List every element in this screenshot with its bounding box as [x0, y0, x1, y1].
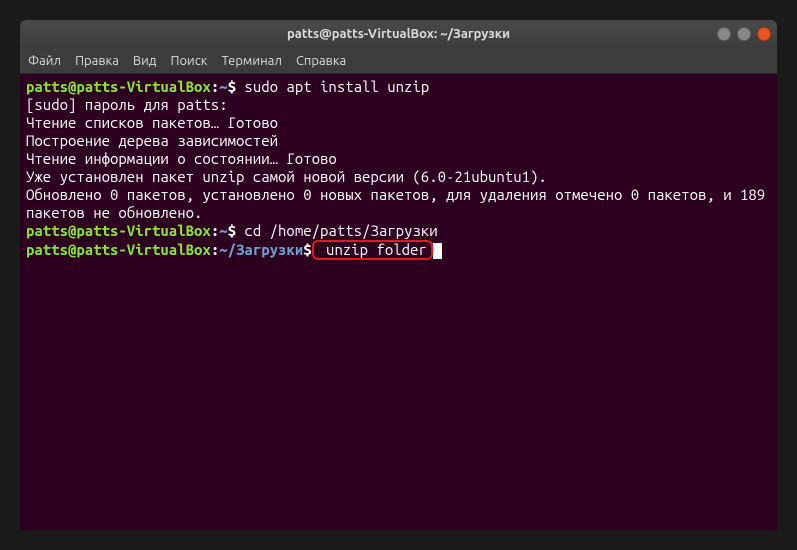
- window-controls: [717, 27, 771, 41]
- output-line: [sudo] пароль для patts:: [26, 96, 771, 114]
- prompt-dollar: $: [228, 78, 236, 95]
- menu-search[interactable]: Поиск: [170, 54, 207, 68]
- prompt-path: ~/Загрузки: [219, 241, 303, 258]
- titlebar[interactable]: patts@patts-VirtualBox: ~/Загрузки: [20, 20, 777, 48]
- output-line: Чтение информации о состоянии… Готово: [26, 150, 771, 168]
- close-button[interactable]: [757, 27, 771, 41]
- command-line-2: patts@patts-VirtualBox:~$ cd /home/patts…: [26, 222, 771, 240]
- prompt-path: ~: [219, 222, 227, 239]
- command-text: cd /home/patts/Загрузки: [236, 222, 438, 239]
- highlighted-command: unzip folder: [312, 240, 433, 260]
- menu-edit[interactable]: Правка: [75, 54, 119, 68]
- output-line: Построение дерева зависимостей: [26, 132, 771, 150]
- menu-terminal[interactable]: Терминал: [221, 54, 281, 68]
- menu-view[interactable]: Вид: [133, 54, 157, 68]
- output-line: Уже установлен пакет unzip самой новой в…: [26, 168, 771, 186]
- prompt-user: patts@patts-VirtualBox: [26, 78, 211, 95]
- menubar: Файл Правка Вид Поиск Терминал Справка: [20, 48, 777, 74]
- output-line: Чтение списков пакетов… Готово: [26, 114, 771, 132]
- prompt-path: ~: [219, 78, 227, 95]
- minimize-button[interactable]: [717, 27, 731, 41]
- menu-file[interactable]: Файл: [28, 54, 61, 68]
- prompt-user: patts@patts-VirtualBox: [26, 241, 211, 258]
- prompt-separator: :: [211, 78, 219, 95]
- prompt-separator: :: [211, 241, 219, 258]
- window-title: patts@patts-VirtualBox: ~/Загрузки: [287, 27, 510, 41]
- maximize-button[interactable]: [737, 27, 751, 41]
- cursor: [433, 243, 442, 259]
- command-line-3: patts@patts-VirtualBox:~/Загрузки$ unzip…: [26, 240, 771, 260]
- menu-help[interactable]: Справка: [296, 54, 346, 68]
- terminal-body[interactable]: patts@patts-VirtualBox:~$ sudo apt insta…: [20, 74, 777, 530]
- prompt-dollar: $: [228, 222, 236, 239]
- terminal-window: patts@patts-VirtualBox: ~/Загрузки Файл …: [20, 20, 777, 530]
- command-text: unzip folder: [318, 241, 427, 258]
- command-line-1: patts@patts-VirtualBox:~$ sudo apt insta…: [26, 78, 771, 96]
- prompt-user: patts@patts-VirtualBox: [26, 222, 211, 239]
- prompt-dollar: $: [303, 241, 311, 258]
- output-line: Обновлено 0 пакетов, установлено 0 новых…: [26, 186, 771, 222]
- prompt-separator: :: [211, 222, 219, 239]
- command-text: sudo apt install unzip: [236, 78, 429, 95]
